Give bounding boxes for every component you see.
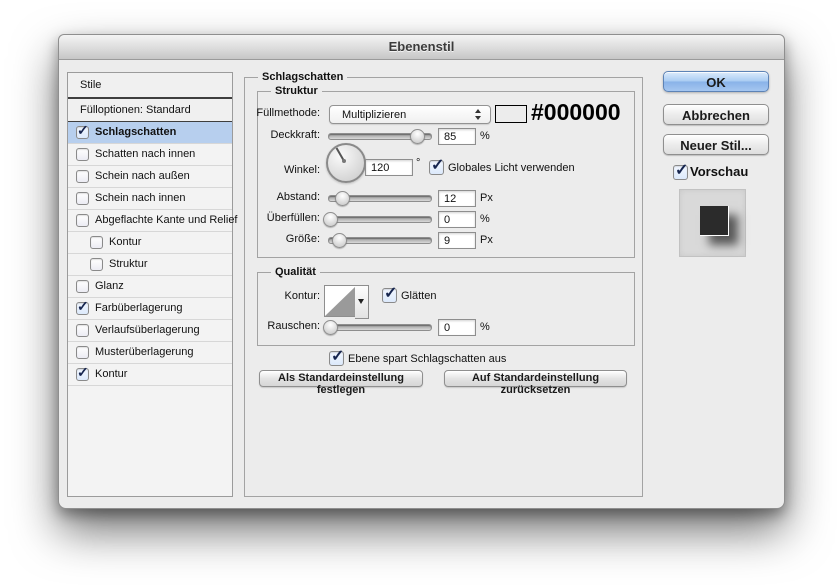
preview-label: Vorschau — [690, 164, 748, 179]
sidebar-item-label: Struktur — [109, 258, 148, 270]
schlagschatten-group-title: Schlagschatten — [258, 71, 347, 83]
sidebar-item-label: Kontur — [95, 368, 127, 380]
spread-slider[interactable] — [328, 216, 432, 223]
opacity-input[interactable] — [438, 128, 476, 145]
blend-mode-label: Füllmethode: — [59, 107, 320, 119]
cancel-button[interactable]: Abbrechen — [663, 104, 769, 125]
distance-row: Abstand: Px — [59, 191, 784, 207]
layer-style-dialog: Ebenenstil Stile Fülloptionen: Standard … — [58, 34, 785, 509]
angle-input[interactable] — [365, 159, 413, 176]
noise-slider[interactable] — [328, 324, 432, 331]
slider-thumb[interactable] — [410, 129, 425, 144]
angle-dial[interactable] — [326, 143, 366, 183]
noise-row: Rauschen: % — [59, 320, 784, 336]
spread-row: Überfüllen: % — [59, 212, 784, 228]
dialog-title: Ebenenstil — [59, 35, 784, 59]
sidebar-item-label: Schatten nach innen — [95, 148, 195, 160]
struktur-group-title: Struktur — [271, 85, 322, 97]
contour-label: Kontur: — [59, 290, 320, 302]
preview-checkbox[interactable] — [673, 165, 688, 180]
size-unit: Px — [480, 234, 493, 246]
slider-thumb[interactable] — [323, 212, 338, 227]
slider-thumb[interactable] — [323, 320, 338, 335]
contour-row: Kontur: Glätten — [59, 290, 784, 306]
global-light-label: Globales Licht verwenden — [448, 162, 575, 174]
angle-unit: ° — [416, 157, 420, 169]
knockout-row: Ebene spart Schlagschatten aus — [59, 353, 784, 369]
dial-center-dot — [342, 159, 346, 163]
size-label: Größe: — [59, 233, 320, 245]
distance-input[interactable] — [438, 190, 476, 207]
antialias-checkbox[interactable] — [382, 288, 397, 303]
spread-unit: % — [480, 213, 490, 225]
new-style-button[interactable]: Neuer Stil... — [663, 134, 769, 155]
distance-label: Abstand: — [59, 191, 320, 203]
slider-thumb[interactable] — [332, 233, 347, 248]
slider-thumb[interactable] — [335, 191, 350, 206]
ok-button[interactable]: OK — [663, 71, 769, 92]
opacity-slider[interactable] — [328, 133, 432, 140]
distance-unit: Px — [480, 192, 493, 204]
spread-label: Überfüllen: — [59, 212, 320, 224]
global-light-checkbox[interactable] — [429, 160, 444, 175]
spread-input[interactable] — [438, 211, 476, 228]
set-default-button[interactable]: Als Standardeinstellung festlegen — [259, 370, 423, 387]
contour-picker-arrow[interactable] — [355, 285, 369, 319]
angle-label: Winkel: — [59, 164, 320, 176]
knockout-label: Ebene spart Schlagschatten aus — [348, 353, 506, 365]
styles-header-label: Stile — [80, 79, 101, 91]
size-slider[interactable] — [328, 237, 432, 244]
updown-arrows-icon — [475, 109, 482, 120]
noise-input[interactable] — [438, 319, 476, 336]
styles-header: Stile — [68, 73, 232, 99]
distance-slider[interactable] — [328, 195, 432, 202]
checkbox[interactable] — [76, 368, 89, 381]
reset-default-button[interactable]: Auf Standardeinstellung zurücksetzen — [444, 370, 627, 387]
checkbox[interactable] — [76, 148, 89, 161]
opacity-unit: % — [480, 130, 490, 142]
contour-thumbnail[interactable] — [324, 285, 357, 317]
shadow-color-swatch[interactable] — [495, 105, 527, 123]
blend-mode-value: Multiplizieren — [342, 109, 406, 121]
screen: Ebenenstil Stile Fülloptionen: Standard … — [0, 0, 837, 587]
noise-unit: % — [480, 321, 490, 333]
sidebar-item-struktur-sub[interactable]: Struktur — [68, 254, 232, 276]
title-bar[interactable]: Ebenenstil — [59, 35, 784, 60]
blend-mode-select[interactable]: Multiplizieren — [329, 105, 491, 124]
color-hex-value: #000000 — [531, 99, 621, 126]
size-row: Größe: Px — [59, 233, 784, 249]
checkbox[interactable] — [90, 258, 103, 271]
size-input[interactable] — [438, 232, 476, 249]
preview-shadow-square — [700, 206, 729, 236]
antialias-label: Glätten — [401, 290, 436, 302]
knockout-checkbox[interactable] — [329, 351, 344, 366]
preview-thumbnail — [679, 189, 746, 257]
chevron-down-icon — [358, 299, 364, 304]
noise-label: Rauschen: — [59, 320, 320, 332]
opacity-label: Deckkraft: — [59, 129, 320, 141]
contour-shape-icon — [325, 286, 356, 316]
qualitaet-group-title: Qualität — [271, 266, 320, 278]
